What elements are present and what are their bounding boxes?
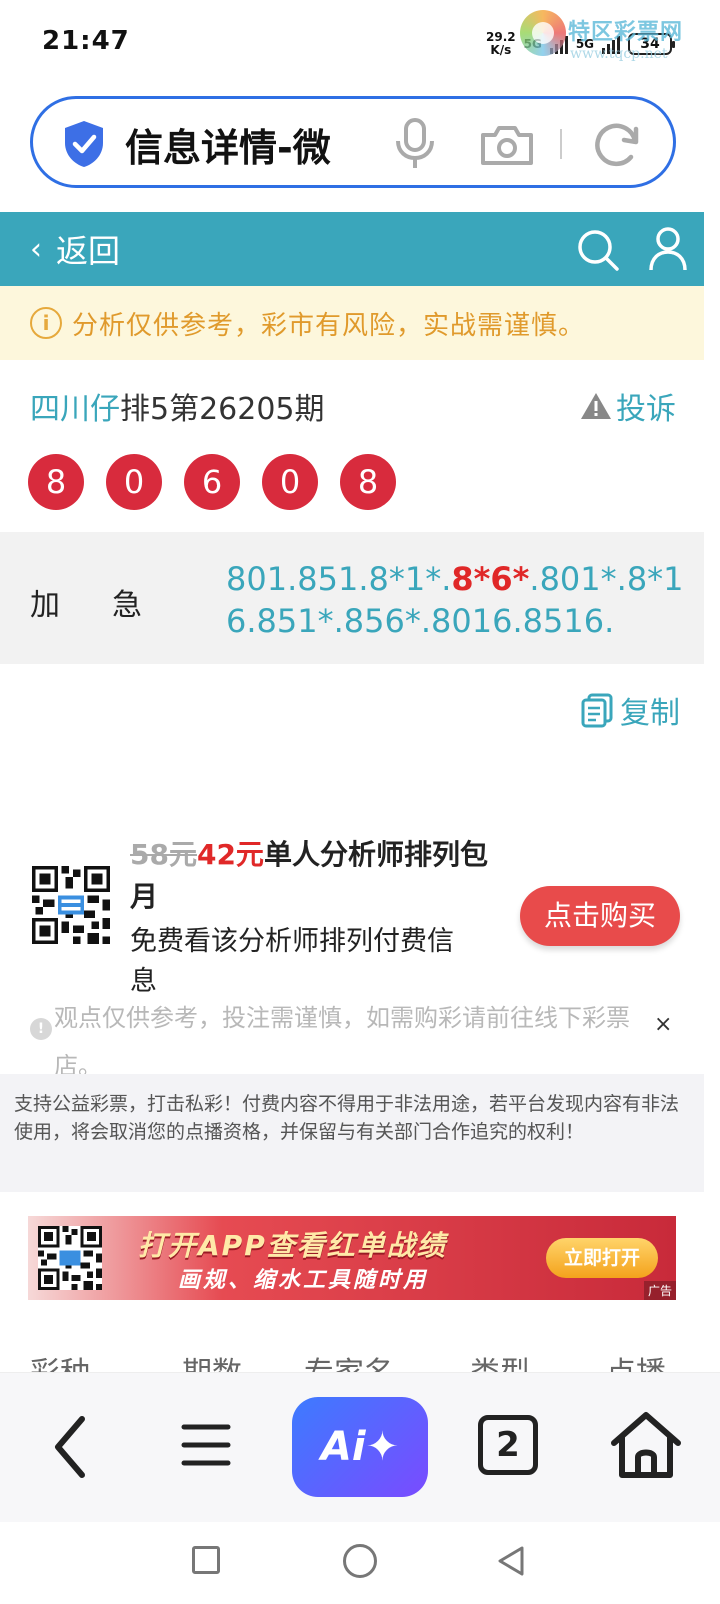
ad-headline: 打开APP查看红单战绩 [138, 1229, 447, 1262]
watermark-url: www.tqcp.net [570, 46, 668, 62]
result-ball: 6 [184, 454, 240, 510]
author-link[interactable]: 四川仔 [30, 392, 120, 427]
qr-code-icon [32, 866, 110, 944]
legal-notice: 支持公益彩票，打击私彩！付费内容不得用于非法用途，若平台发现内容有非法使用，将会… [0, 1074, 704, 1192]
post-title: 四川仔排5第26205期 [30, 384, 325, 428]
risk-warning-banner: i 分析仅供参考，彩市有风险，实战需谨慎。 [0, 286, 704, 360]
reload-icon[interactable] [591, 119, 643, 171]
status-time: 21:47 [42, 26, 130, 56]
copy-button[interactable]: 复制 [580, 688, 680, 732]
result-ball: 8 [28, 454, 84, 510]
system-back-icon[interactable] [494, 1544, 528, 1578]
recent-apps-icon[interactable] [192, 1546, 220, 1574]
system-nav-bar [0, 1522, 720, 1604]
system-home-icon[interactable] [343, 1544, 377, 1578]
content-highlight: 8*6* [451, 560, 530, 598]
close-icon[interactable]: × [654, 1012, 672, 1037]
content-row: 加急 801.851.8*1*.8*6*.801*.8*16.851*.856*… [0, 532, 704, 664]
warning-text: 分析仅供参考，彩市有风险，实战需谨慎。 [72, 310, 586, 341]
app-ad-banner[interactable]: 打开APP查看红单战绩 画规、缩水工具随时用 立即打开 广告 [28, 1216, 676, 1300]
tabs-button[interactable]: 2 [478, 1415, 538, 1475]
new-price: 42元 [196, 838, 264, 871]
nav-bar: ‹ 返回 [0, 212, 704, 286]
chevron-left-icon: ‹ [30, 231, 42, 267]
watermark: 特区彩票网 www.tqcp.net [520, 8, 720, 68]
address-title[interactable]: 信息详情-微 [125, 117, 375, 172]
watermark-name: 特区彩票网 [568, 20, 684, 45]
report-button[interactable]: 投诉 [580, 384, 676, 428]
promo-description: 免费看该分析师排列付费信息 [130, 926, 454, 997]
back-label: 返回 [56, 232, 121, 270]
home-icon[interactable] [608, 1407, 684, 1483]
shield-check-icon [65, 121, 103, 167]
result-ball: 8 [340, 454, 396, 510]
ad-tag: 广告 [643, 1281, 676, 1300]
report-label: 投诉 [616, 392, 676, 427]
copy-label: 复制 [620, 696, 680, 731]
subscription-promo: 58元42元单人分析师排列包月 免费看该分析师排列付费信息 点击购买 [0, 826, 704, 997]
address-divider [560, 129, 562, 159]
search-icon[interactable] [576, 228, 620, 272]
network-speed: 29.2 K/s [486, 30, 516, 57]
promo-title: 58元42元单人分析师排列包月 [130, 838, 488, 913]
notice-text: 支持公益彩票，打击私彩！付费内容不得用于非法用途，若平台发现内容有非法使用，将会… [14, 1093, 680, 1143]
info-icon: ! [30, 1018, 52, 1040]
warning-triangle-icon [581, 393, 611, 419]
mic-icon[interactable] [393, 117, 437, 171]
ad-open-button[interactable]: 立即打开 [546, 1238, 658, 1278]
draw-result-balls: 8 0 6 0 8 [28, 454, 396, 510]
content-value: 801.851.8*1*.8*6*.801*.8*16.851*.856*.80… [226, 560, 684, 640]
browser-toolbar: Ai✦ 2 [0, 1372, 720, 1522]
qr-code-icon [38, 1226, 102, 1290]
content-label: 加急 [30, 588, 194, 623]
back-button[interactable]: ‹ 返回 [30, 212, 120, 286]
watermark-logo-icon [520, 10, 566, 56]
address-bar[interactable]: 信息详情-微 [30, 96, 676, 188]
buy-button[interactable]: 点击购买 [520, 886, 680, 946]
user-icon[interactable] [648, 226, 688, 272]
issue-title: 排5第26205期 [120, 392, 325, 427]
info-icon: i [30, 307, 62, 339]
camera-icon[interactable] [479, 123, 535, 167]
ad-subline: 画规、缩水工具随时用 [178, 1268, 429, 1293]
menu-icon[interactable] [180, 1419, 232, 1471]
back-arrow-icon[interactable] [48, 1411, 94, 1483]
old-price: 58元 [130, 838, 197, 871]
copy-icon [581, 693, 613, 728]
result-ball: 0 [106, 454, 162, 510]
status-bar: 21:47 29.2 K/s 5G 5G 34 特区彩票网 www.tqcp.n… [0, 0, 720, 92]
ai-assistant-button[interactable]: Ai✦ [292, 1397, 428, 1497]
result-ball: 0 [262, 454, 318, 510]
